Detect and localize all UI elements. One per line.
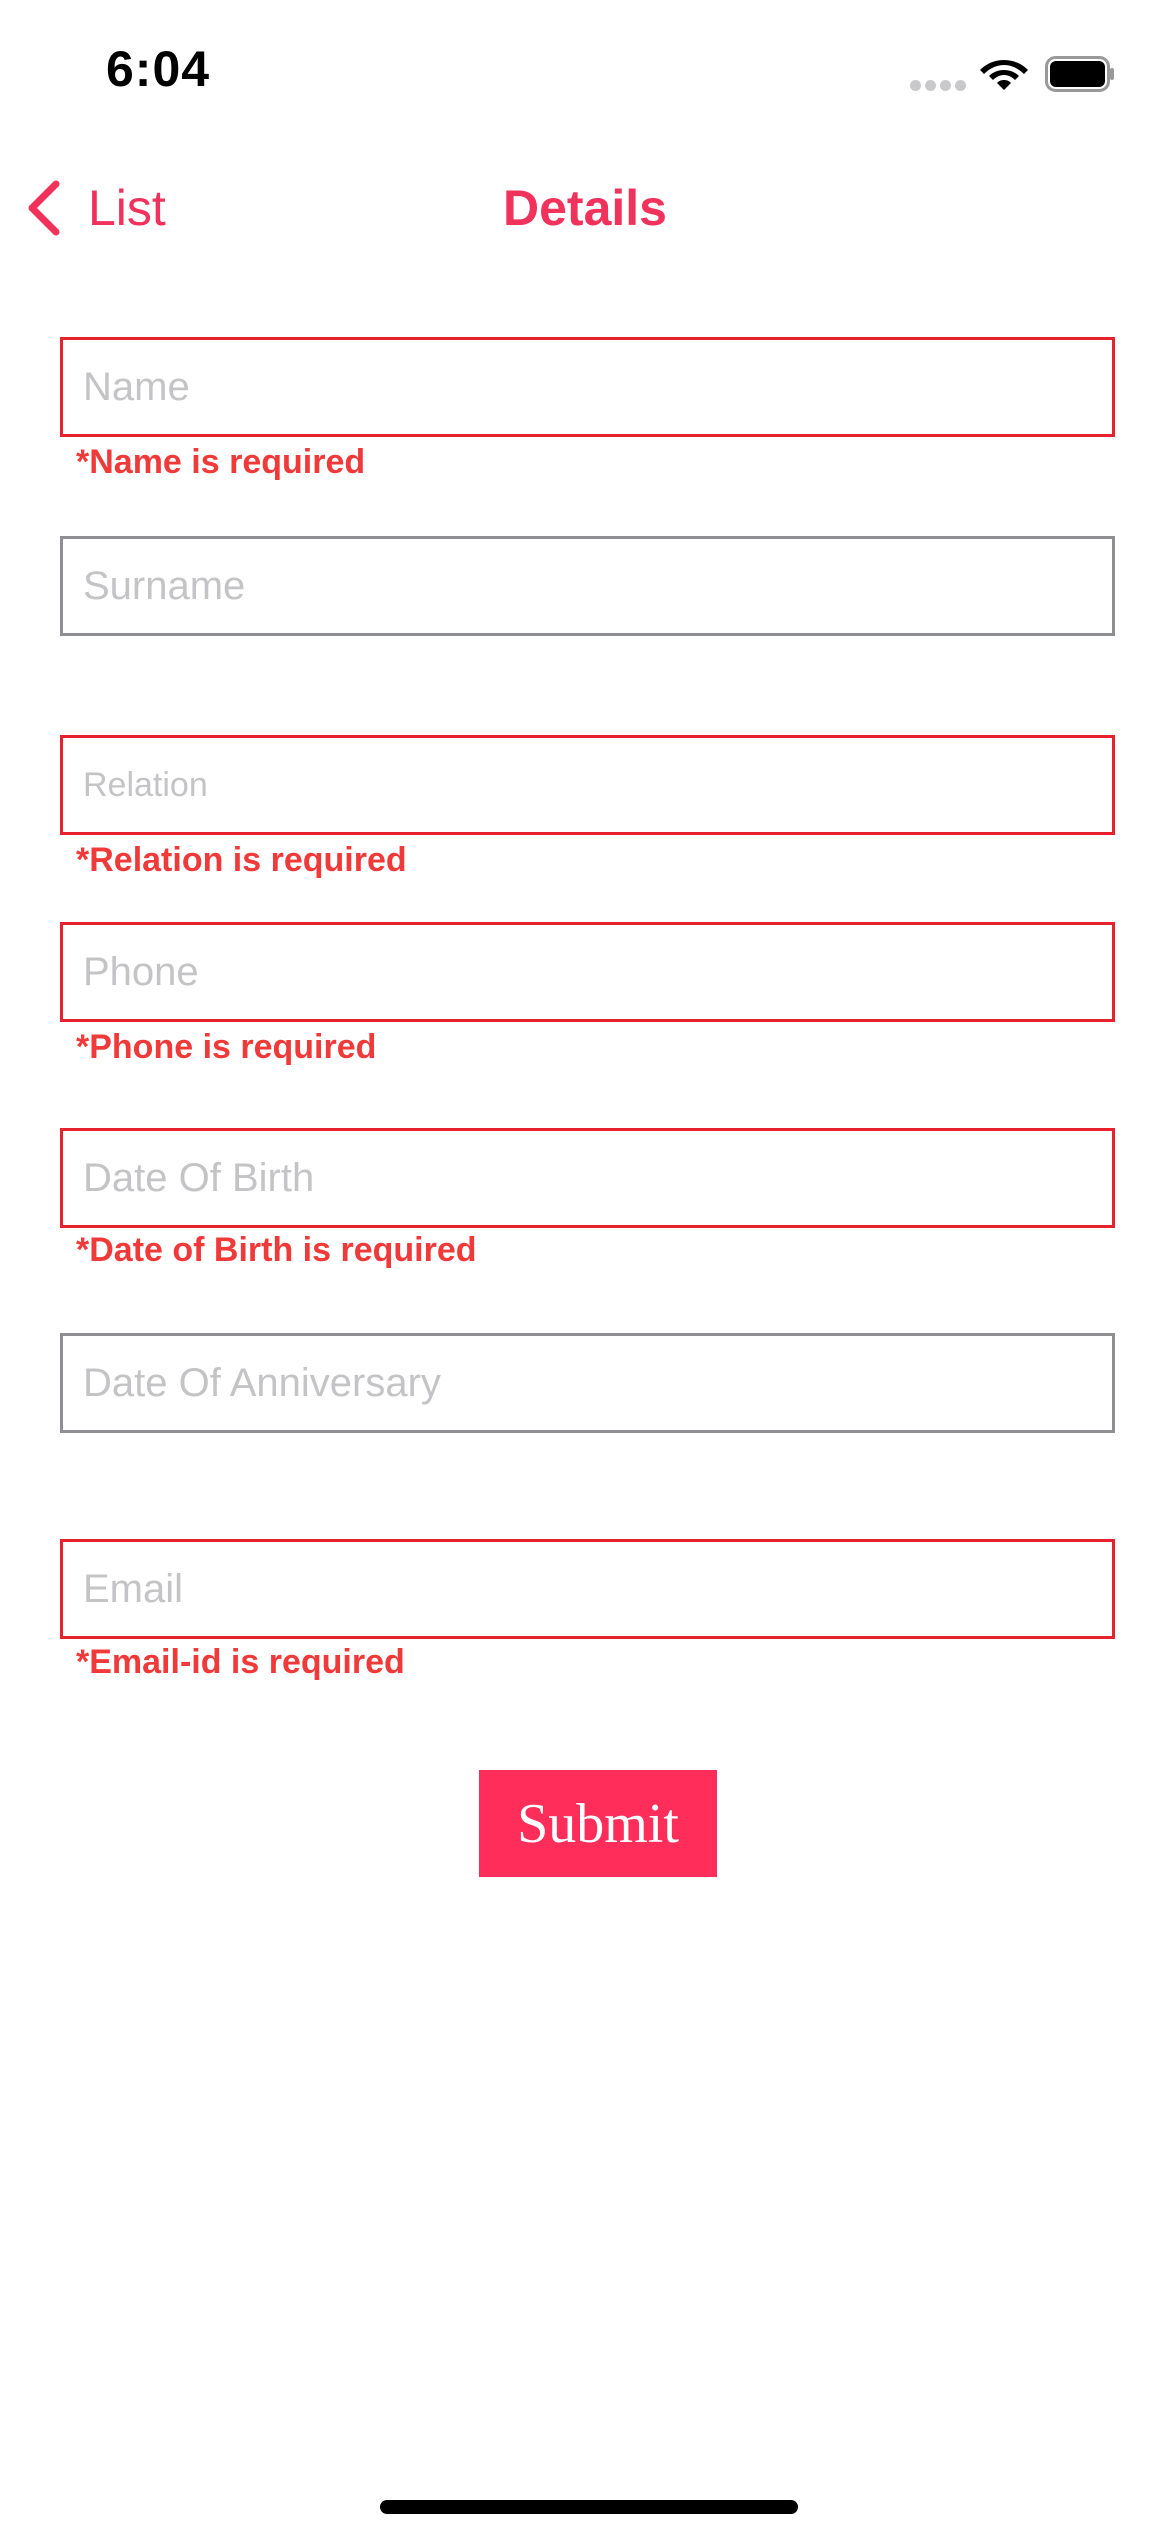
anniversary-field <box>60 1333 1115 1433</box>
dob-input[interactable] <box>63 1131 1112 1225</box>
name-field <box>60 337 1115 437</box>
name-input[interactable] <box>63 340 1112 434</box>
relation-field <box>60 735 1115 835</box>
anniversary-input[interactable] <box>63 1336 1112 1430</box>
wifi-icon <box>978 54 1030 94</box>
email-input[interactable] <box>63 1542 1112 1636</box>
relation-input[interactable] <box>63 738 1112 832</box>
cellular-signal-icon <box>910 80 966 92</box>
surname-input[interactable] <box>63 539 1112 633</box>
dob-error: *Date of Birth is required <box>76 1231 477 1269</box>
phone-error: *Phone is required <box>76 1028 377 1066</box>
status-time: 6:04 <box>106 41 211 97</box>
email-error: *Email-id is required <box>76 1643 405 1681</box>
phone-input[interactable] <box>63 925 1112 1019</box>
relation-error: *Relation is required <box>76 841 407 879</box>
home-indicator[interactable] <box>380 2500 798 2514</box>
email-field <box>60 1539 1115 1639</box>
phone-field <box>60 922 1115 1022</box>
surname-field <box>60 536 1115 636</box>
dob-field <box>60 1128 1115 1228</box>
name-error: *Name is required <box>76 443 366 481</box>
page-title: Details <box>503 180 667 236</box>
battery-icon <box>1045 56 1115 92</box>
submit-button[interactable]: Submit <box>479 1770 717 1877</box>
